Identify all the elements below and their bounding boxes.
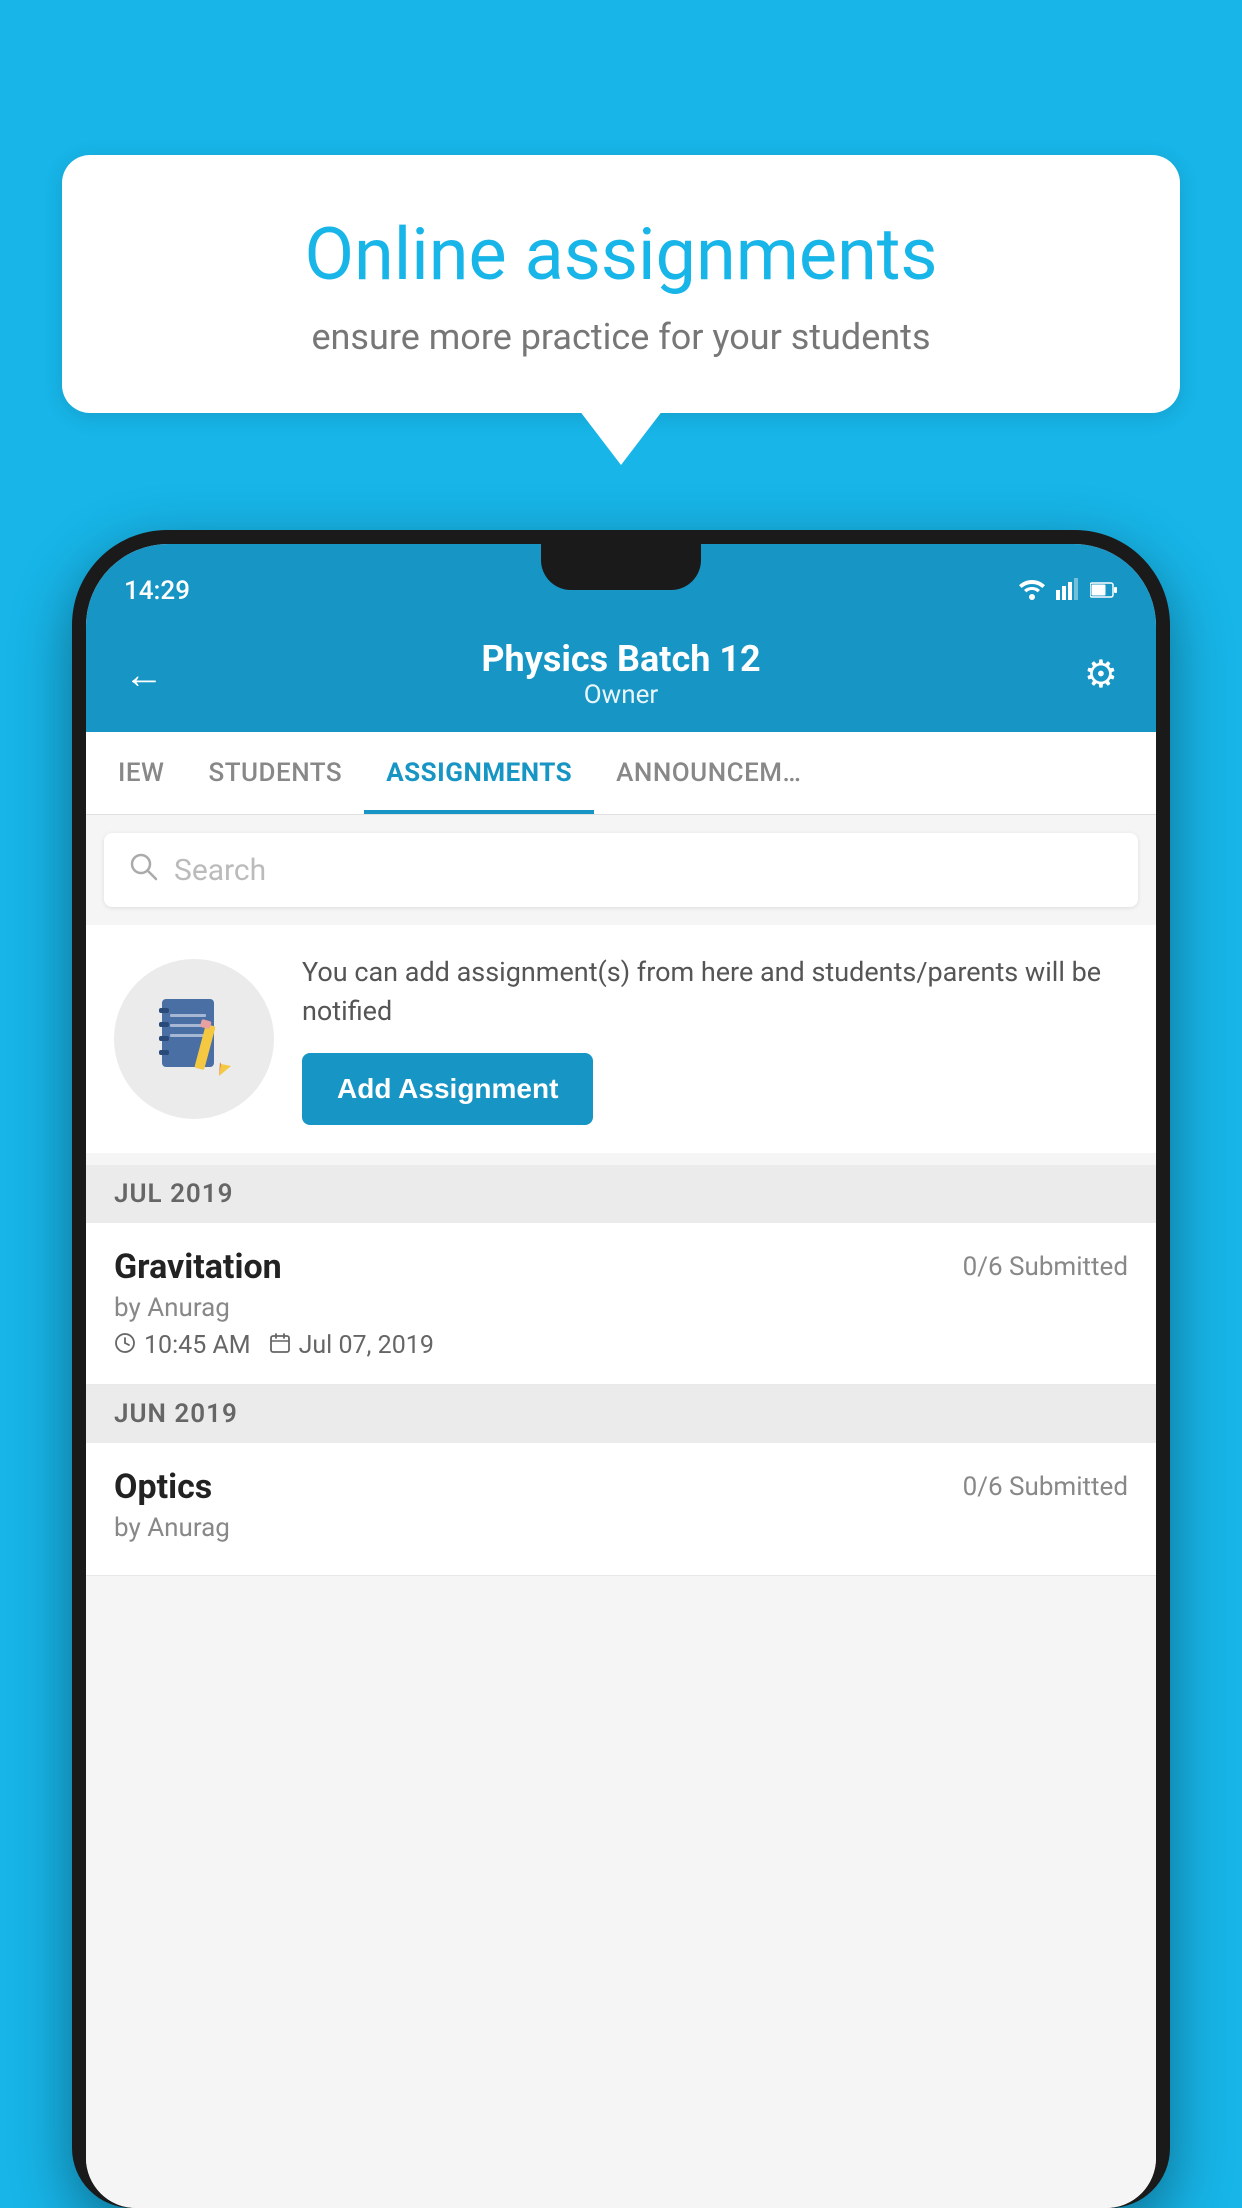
promo-description: You can add assignment(s) from here and … <box>302 953 1128 1031</box>
clock-icon <box>114 1332 136 1360</box>
app-header: ← Physics Batch 12 Owner ⚙ <box>86 616 1156 732</box>
calendar-icon <box>269 1332 291 1360</box>
assignment-name-optics: Optics <box>114 1467 212 1507</box>
info-card: Online assignments ensure more practice … <box>62 155 1180 413</box>
assignment-meta-gravitation: 10:45 AM Jul 07, 201 <box>114 1331 1128 1360</box>
content-area: Search <box>86 815 1156 2208</box>
settings-button[interactable]: ⚙ <box>1058 652 1118 697</box>
section-jun-2019: JUN 2019 <box>86 1385 1156 1443</box>
tab-announcements[interactable]: ANNOUNCEM… <box>594 732 823 814</box>
info-card-title: Online assignments <box>117 215 1125 294</box>
promo-card: You can add assignment(s) from here and … <box>86 925 1156 1153</box>
tab-bar: IEW STUDENTS ASSIGNMENTS ANNOUNCEM… <box>86 732 1156 815</box>
status-icons <box>1018 578 1118 606</box>
promo-text-area: You can add assignment(s) from here and … <box>302 953 1128 1125</box>
notebook-icon <box>154 994 234 1084</box>
assignment-name-gravitation: Gravitation <box>114 1247 282 1287</box>
assignment-time-text-gravitation: 10:45 AM <box>144 1331 251 1360</box>
search-bar[interactable]: Search <box>104 833 1138 907</box>
wifi-icon <box>1018 578 1046 606</box>
assignment-date-text-gravitation: Jul 07, 2019 <box>299 1331 434 1360</box>
tab-students[interactable]: STUDENTS <box>186 732 364 814</box>
phone-notch <box>541 544 701 590</box>
promo-icon-circle <box>114 959 274 1119</box>
tab-assignments[interactable]: ASSIGNMENTS <box>364 732 594 814</box>
phone-screen: 14:29 <box>86 544 1156 2208</box>
battery-icon <box>1090 580 1118 605</box>
tab-iew[interactable]: IEW <box>96 732 186 814</box>
phone-frame: 14:29 <box>72 530 1170 2208</box>
header-title: Physics Batch 12 <box>184 638 1058 680</box>
assignment-item-gravitation[interactable]: Gravitation 0/6 Submitted by Anurag <box>86 1223 1156 1385</box>
add-assignment-button[interactable]: Add Assignment <box>302 1053 593 1125</box>
assignment-row-top: Gravitation 0/6 Submitted <box>114 1247 1128 1287</box>
header-subtitle: Owner <box>184 680 1058 710</box>
assignment-row-top-optics: Optics 0/6 Submitted <box>114 1467 1128 1507</box>
assignment-submitted-gravitation: 0/6 Submitted <box>963 1252 1128 1282</box>
status-time: 14:29 <box>124 576 190 606</box>
assignment-item-optics[interactable]: Optics 0/6 Submitted by Anurag <box>86 1443 1156 1576</box>
assignment-author-optics: by Anurag <box>114 1513 1128 1543</box>
search-icon <box>128 851 158 889</box>
back-button[interactable]: ← <box>124 651 184 698</box>
header-center: Physics Batch 12 Owner <box>184 638 1058 710</box>
info-card-subtitle: ensure more practice for your students <box>117 316 1125 358</box>
assignment-date-gravitation: Jul 07, 2019 <box>269 1331 434 1360</box>
assignment-time-gravitation: 10:45 AM <box>114 1331 251 1360</box>
search-placeholder: Search <box>174 853 266 888</box>
section-jul-2019: JUL 2019 <box>86 1165 1156 1223</box>
assignment-submitted-optics: 0/6 Submitted <box>963 1472 1128 1502</box>
signal-icon <box>1056 578 1080 606</box>
assignment-author-gravitation: by Anurag <box>114 1293 1128 1323</box>
